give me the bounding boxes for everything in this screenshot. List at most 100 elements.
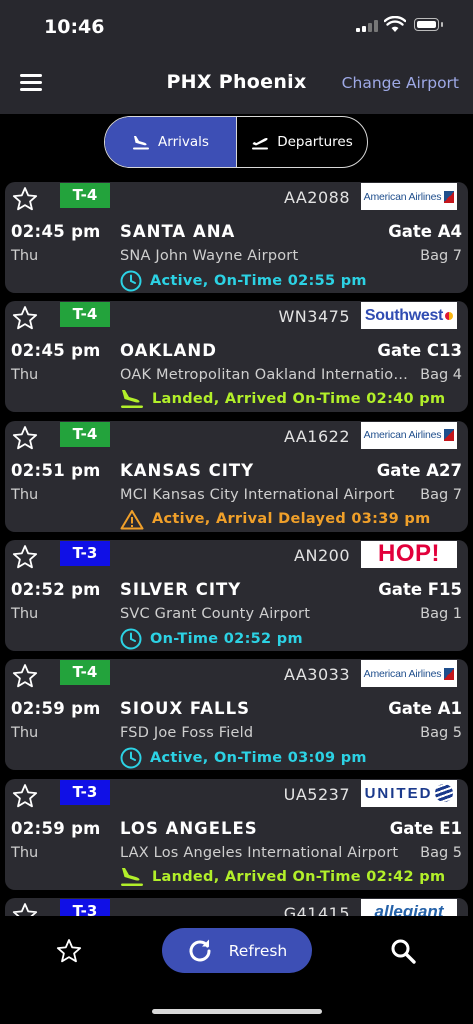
- origin-city: SILVER CITY: [120, 579, 242, 599]
- flight-card[interactable]: T-4 AA2088 American Airlines 02:45 pm Thu SAN…: [5, 182, 468, 293]
- flight-card[interactable]: T-3 UA5237 UNITED 02:59 pm Thu LOS ANGELES Gat…: [5, 778, 468, 890]
- favorite-star-icon[interactable]: [12, 425, 38, 455]
- origin-airport: OAK Metropolitan Oakland International A…: [120, 367, 410, 384]
- arrivals-departures-toggle: Arrivals Departures: [104, 116, 368, 168]
- flight-status-text: Active, On-Time 03:09 pm: [150, 750, 367, 767]
- flight-status: On-Time 02:52 pm: [120, 628, 303, 650]
- battery-icon: [414, 18, 443, 31]
- baggage-claim: Bag 4: [420, 367, 462, 384]
- flight-number: AA2088: [283, 188, 350, 207]
- origin-city: OAKLAND: [120, 341, 217, 361]
- day-label: Thu: [11, 725, 39, 742]
- change-airport-button[interactable]: Change Airport: [342, 74, 459, 92]
- baggage-claim: Bag 7: [420, 248, 462, 264]
- baggage-claim: Bag 5: [420, 725, 462, 742]
- tab-arrivals[interactable]: Arrivals: [105, 117, 236, 167]
- tab-arrivals-label: Arrivals: [158, 134, 209, 150]
- terminal-badge: T-4: [60, 183, 110, 208]
- airline-logo: Southwest: [361, 302, 457, 330]
- baggage-claim: Bag 7: [420, 486, 462, 503]
- favorite-star-icon[interactable]: [12, 305, 38, 335]
- plane-landing-icon: [133, 136, 150, 150]
- scheduled-time: 02:59 pm: [11, 818, 101, 838]
- flight-number: WN3475: [278, 307, 350, 327]
- airline-logo: American Airlines: [361, 183, 457, 210]
- flight-card[interactable]: T-3 AN200 HOP! 02:52 pm Thu SILVER CITY Gate F…: [5, 539, 468, 651]
- terminal-badge: T-3: [60, 779, 110, 805]
- origin-airport: SNA John Wayne Airport: [120, 248, 299, 264]
- terminal-badge: T-3: [60, 898, 110, 916]
- flight-card[interactable]: T-3 G41415 allegiant: [5, 897, 468, 916]
- airline-logo: allegiant: [361, 898, 457, 916]
- tab-departures[interactable]: Departures: [236, 117, 367, 167]
- menu-icon[interactable]: [20, 74, 42, 92]
- day-label: Thu: [11, 367, 39, 384]
- flight-status: Landed, Arrived On-Time 02:40 pm: [120, 389, 445, 409]
- scheduled-time: 02:51 pm: [11, 460, 101, 480]
- status-bar: 10:46: [0, 0, 473, 52]
- refresh-button[interactable]: Refresh: [162, 928, 312, 973]
- scheduled-time: 02:45 pm: [11, 222, 101, 241]
- flight-card[interactable]: T-4 AA3033 American Airlines 02:59 pm Thu SIO…: [5, 659, 468, 771]
- terminal-badge: T-4: [60, 302, 110, 328]
- flight-list[interactable]: T-4 AA2088 American Airlines 02:45 pm Thu SAN…: [0, 180, 473, 916]
- flight-number: AA1622: [283, 426, 350, 446]
- refresh-label: Refresh: [228, 941, 288, 960]
- gate-label: Gate F15: [378, 579, 462, 599]
- flight-number: AA3033: [283, 665, 350, 685]
- airline-logo: UNITED: [361, 779, 457, 807]
- favorite-star-icon[interactable]: [12, 663, 38, 693]
- favorite-star-icon[interactable]: [12, 544, 38, 574]
- scheduled-time: 02:45 pm: [11, 341, 101, 361]
- flight-status-text: Active, On-Time 02:55 pm: [150, 273, 367, 289]
- favorite-star-icon[interactable]: [12, 783, 38, 813]
- flight-number: G41415: [283, 903, 350, 916]
- gate-label: Gate E1: [389, 818, 462, 838]
- flight-card[interactable]: T-4 AA1622 American Airlines 02:51 pm Thu KAN…: [5, 420, 468, 532]
- airline-logo: HOP!: [361, 540, 457, 568]
- day-label: Thu: [11, 486, 39, 503]
- day-label: Thu: [11, 605, 39, 622]
- flight-status-text: Landed, Arrived On-Time 02:40 pm: [152, 391, 446, 408]
- flight-status: Active, On-Time 03:09 pm: [120, 747, 367, 769]
- day-label: Thu: [11, 844, 39, 861]
- clock-icon: [120, 628, 142, 650]
- origin-city: KANSAS CITY: [120, 460, 255, 480]
- gate-label: Gate A4: [388, 222, 462, 241]
- gate-label: Gate A27: [376, 460, 462, 480]
- origin-airport: SVC Grant County Airport: [120, 605, 311, 622]
- baggage-claim: Bag 1: [420, 605, 462, 622]
- wifi-icon: [384, 16, 406, 32]
- day-label: Thu: [11, 248, 39, 264]
- origin-city: SIOUX FALLS: [120, 699, 250, 719]
- plane-takeoff-icon: [252, 138, 269, 150]
- warning-icon: [120, 509, 144, 530]
- flight-number: UA5237: [283, 784, 350, 804]
- flight-status: Active, On-Time 02:55 pm: [120, 270, 367, 292]
- flight-card[interactable]: T-4 WN3475 Southwest 02:45 pm Thu OAKLAND Gate…: [5, 301, 468, 413]
- flight-status-text: Landed, Arrived On-Time 02:42 pm: [152, 868, 446, 885]
- favorite-star-icon[interactable]: [12, 902, 38, 916]
- origin-airport: LAX Los Angeles International Airport: [120, 844, 399, 861]
- search-icon[interactable]: [390, 938, 417, 965]
- nav-bar: PHX Phoenix Change Airport: [0, 52, 473, 114]
- origin-airport: FSD Joe Foss Field: [120, 725, 254, 742]
- refresh-icon: [189, 939, 211, 961]
- clock-icon: [120, 747, 142, 769]
- plane-landing-icon: [121, 867, 143, 886]
- flight-status: Active, Arrival Delayed 03:39 pm: [120, 509, 431, 530]
- scheduled-time: 02:59 pm: [11, 699, 101, 719]
- flight-number: AN200: [294, 545, 350, 565]
- airline-logo: American Airlines: [361, 421, 457, 449]
- clock-icon: [120, 270, 142, 292]
- scheduled-time: 02:52 pm: [11, 579, 101, 599]
- home-indicator: [152, 1009, 322, 1014]
- favorites-star-icon[interactable]: [56, 938, 82, 964]
- status-time: 10:46: [44, 16, 105, 38]
- favorite-star-icon[interactable]: [12, 186, 38, 216]
- terminal-badge: T-4: [60, 660, 110, 686]
- flight-status-text: On-Time 02:52 pm: [150, 630, 303, 647]
- gate-label: Gate A1: [388, 699, 462, 719]
- airline-logo: American Airlines: [361, 660, 457, 688]
- signal-icon: [356, 20, 380, 32]
